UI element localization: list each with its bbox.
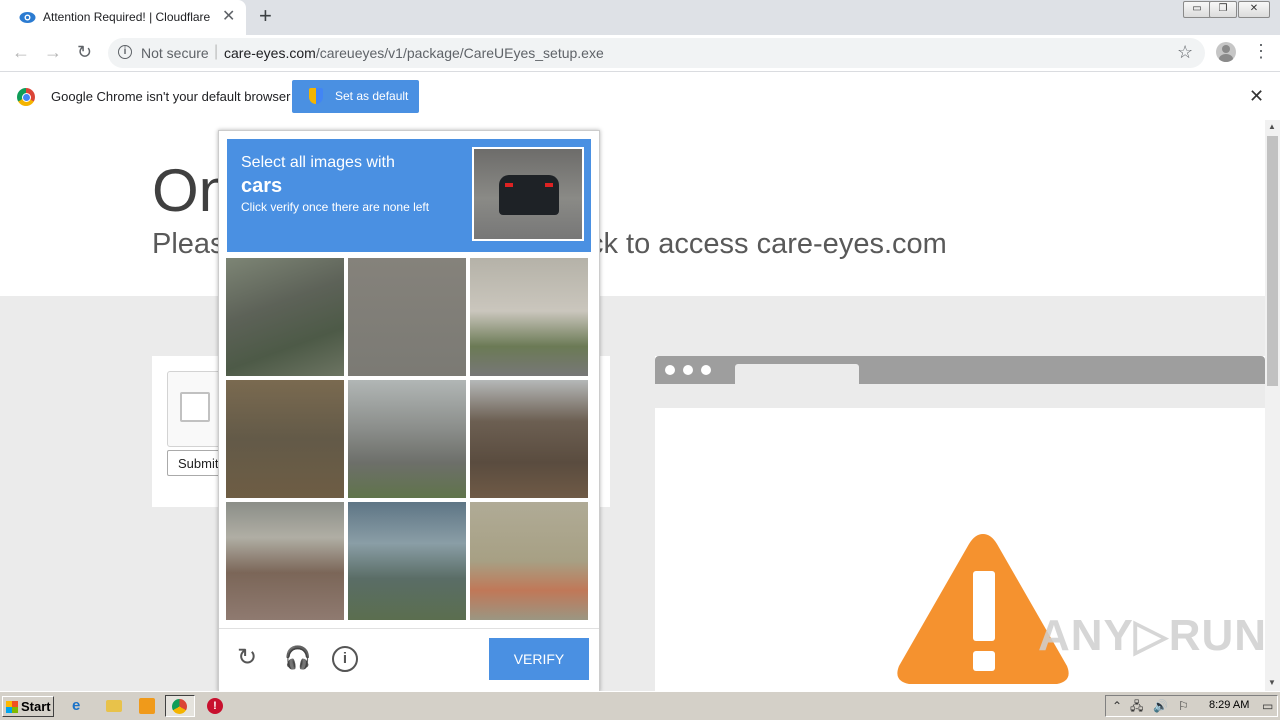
profile-avatar-icon[interactable] <box>1216 42 1236 62</box>
chrome-icon <box>172 699 187 714</box>
browser-toolbar: ← → ↻ i Not secure | care-eyes.com/careu… <box>0 35 1280 71</box>
page-content: On Pleas ck to access care-eyes.com Subm… <box>0 120 1265 691</box>
page-scrollbar[interactable]: ▲ ▼ <box>1265 120 1280 691</box>
challenge-image-grid <box>226 258 590 622</box>
warning-triangle-icon <box>897 534 1069 684</box>
challenge-tile[interactable] <box>226 380 344 498</box>
scroll-thumb[interactable] <box>1267 136 1278 386</box>
challenge-tile[interactable] <box>348 502 466 620</box>
challenge-sample-image <box>472 147 584 241</box>
url-path: /careueyes/v1/package/CareUEyes_setup.ex… <box>315 45 604 61</box>
tray-expand-icon[interactable]: ⌃ <box>1112 699 1122 713</box>
url-text[interactable]: care-eyes.com/careueyes/v1/package/CareU… <box>224 45 604 61</box>
new-tab-button[interactable]: + <box>259 3 272 29</box>
volume-icon[interactable]: 🔊 <box>1153 699 1168 713</box>
start-label: Start <box>21 699 51 714</box>
info-icon[interactable]: i <box>118 45 132 59</box>
challenge-tile[interactable] <box>470 502 588 620</box>
tab-strip: Attention Required! | Cloudflare ✕ + ▭ ❐… <box>0 0 1280 35</box>
url-host: care-eyes.com <box>224 45 316 61</box>
network-icon[interactable]: 🖧 <box>1130 699 1143 713</box>
challenge-header: Select all images with cars Click verify… <box>227 139 591 252</box>
challenge-target: cars <box>241 175 283 197</box>
set-as-default-button[interactable]: Set as default <box>292 80 419 113</box>
page-subline-right: ck to access care-eyes.com <box>589 228 947 260</box>
verify-button[interactable]: VERIFY <box>489 638 589 680</box>
show-desktop-icon[interactable]: ▭ <box>1262 699 1273 713</box>
eye-icon <box>19 12 36 23</box>
window-minimize-button[interactable]: ▭ <box>1183 1 1211 18</box>
about-info-icon[interactable]: i <box>332 646 358 672</box>
illustration-strip <box>655 384 1265 408</box>
security-label[interactable]: Not secure <box>141 45 209 61</box>
window-close-button[interactable]: ✕ <box>1238 1 1270 18</box>
media-player-icon[interactable] <box>139 698 155 714</box>
illustration-dot <box>701 365 711 375</box>
bookmark-star-icon[interactable]: ☆ <box>1177 42 1193 63</box>
internet-explorer-icon[interactable]: e <box>72 698 88 714</box>
set-as-default-label: Set as default <box>335 89 409 103</box>
action-center-flag-icon[interactable]: ⚐ <box>1178 699 1189 713</box>
reload-button[interactable]: ↻ <box>77 42 92 62</box>
challenge-tile[interactable] <box>348 380 466 498</box>
recaptcha-checkbox[interactable] <box>180 392 210 422</box>
illustration-dot <box>683 365 693 375</box>
page-subline-left: Pleas <box>152 228 225 260</box>
challenge-instruction: Select all images with <box>241 154 395 171</box>
url-separator: | <box>214 43 219 60</box>
tab-attention-required[interactable]: Attention Required! | Cloudflare ✕ <box>0 0 246 35</box>
menu-kebab-icon[interactable]: ⋮ <box>1252 42 1270 60</box>
illustration-titlebar <box>655 356 1265 384</box>
uac-shield-icon <box>309 88 323 104</box>
scroll-down-icon[interactable]: ▼ <box>1268 678 1276 687</box>
illustration-dot <box>665 365 675 375</box>
system-tray: ⌃ 🖧 🔊 ⚐ 8:29 AM ▭ <box>1105 695 1278 717</box>
illustration-tab <box>735 364 859 384</box>
challenge-tile[interactable] <box>470 258 588 376</box>
window-maximize-button[interactable]: ❐ <box>1209 1 1237 18</box>
folder-icon[interactable] <box>106 700 122 712</box>
stop-sign-icon[interactable]: ! <box>207 698 223 714</box>
taskbar-clock[interactable]: 8:29 AM <box>1209 699 1249 711</box>
page-header: On Pleas ck to access care-eyes.com <box>0 120 1265 296</box>
anyrun-watermark: ANY▷RUN <box>1038 611 1265 660</box>
taskbar-chrome-button[interactable] <box>165 695 195 717</box>
challenge-footer: ↻ 🎧 i VERIFY <box>219 628 599 692</box>
windows-logo-icon <box>6 701 18 713</box>
challenge-hint: Click verify once there are none left <box>241 200 430 214</box>
challenge-tile[interactable] <box>226 258 344 376</box>
audio-challenge-icon[interactable]: 🎧 <box>284 645 311 671</box>
sample-car-shape <box>499 175 559 215</box>
recaptcha-challenge: Select all images with cars Click verify… <box>218 130 600 692</box>
chrome-logo-icon <box>17 88 35 106</box>
back-button[interactable]: ← <box>12 42 30 62</box>
tab-title: Attention Required! | Cloudflare <box>43 10 211 24</box>
reload-challenge-icon[interactable]: ↻ <box>237 645 257 671</box>
scroll-up-icon[interactable]: ▲ <box>1268 122 1276 131</box>
challenge-tile[interactable] <box>348 258 466 376</box>
challenge-tile[interactable] <box>470 380 588 498</box>
challenge-tile[interactable] <box>226 502 344 620</box>
default-browser-infobar: Google Chrome isn't your default browser… <box>0 71 1280 121</box>
tab-close-icon[interactable]: ✕ <box>222 8 235 26</box>
infobar-message: Google Chrome isn't your default browser <box>51 89 291 104</box>
forward-button[interactable]: → <box>44 42 62 62</box>
address-bar[interactable]: i Not secure | care-eyes.com/careueyes/v… <box>108 38 1205 68</box>
windows-taskbar: Start e ! ⌃ 🖧 🔊 ⚐ 8:29 AM ▭ <box>0 691 1280 720</box>
start-button[interactable]: Start <box>2 696 54 717</box>
infobar-close-icon[interactable]: ✕ <box>1249 86 1264 107</box>
